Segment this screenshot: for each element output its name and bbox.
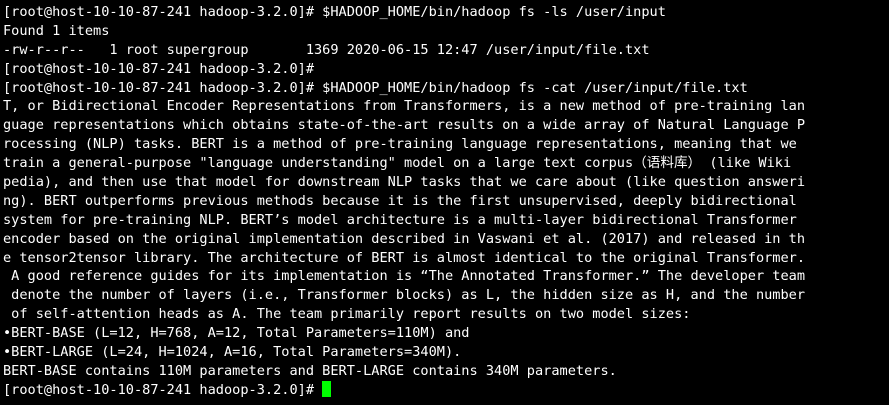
terminal-line: encoder based on the original implementa… xyxy=(3,230,806,247)
text-cursor xyxy=(322,380,332,397)
terminal-line: -rw-r--r-- 1 root supergroup 1369 2020-0… xyxy=(3,41,650,58)
terminal-window[interactable]: [root@host-10-10-87-241 hadoop-3.2.0]# $… xyxy=(0,0,889,405)
terminal-line: [root@host-10-10-87-241 hadoop-3.2.0]# xyxy=(3,60,314,77)
terminal-line: pedia), and then use that model for down… xyxy=(3,174,806,191)
prompt-line[interactable]: [root@host-10-10-87-241 hadoop-3.2.0]# xyxy=(3,380,889,400)
terminal-line: denote the number of layers (i.e., Trans… xyxy=(3,287,806,304)
terminal-line: train a general-purpose "language unders… xyxy=(3,155,792,172)
terminal-line: Found 1 items xyxy=(3,22,110,39)
terminal-line: •BERT-LARGE (L=24, H=1024, A=16, Total P… xyxy=(3,344,462,361)
terminal-line: •BERT-BASE (L=12, H=768, A=12, Total Par… xyxy=(3,325,470,342)
terminal-line: guage representations which obtains stat… xyxy=(3,117,806,134)
terminal-line: BERT-BASE contains 110M parameters and B… xyxy=(3,362,617,379)
terminal-line: of self-attention heads as A. The team p… xyxy=(3,306,691,323)
terminal-line: T, or Bidirectional Encoder Representati… xyxy=(3,98,806,115)
terminal-line: e tensor2tensor library. The architectur… xyxy=(3,249,806,266)
shell-prompt: [root@host-10-10-87-241 hadoop-3.2.0]# xyxy=(3,381,323,398)
terminal-line: rocessing (NLP) tasks. BERT is a method … xyxy=(3,136,797,153)
terminal-line: [root@host-10-10-87-241 hadoop-3.2.0]# $… xyxy=(3,79,748,96)
terminal-line: [root@host-10-10-87-241 hadoop-3.2.0]# $… xyxy=(3,4,666,20)
terminal-line: ng). BERT outperforms previous methods b… xyxy=(3,192,797,209)
terminal-line: system for pre-training NLP. BERT’s mode… xyxy=(3,211,797,228)
terminal-line: A good reference guides for its implemen… xyxy=(3,268,806,285)
